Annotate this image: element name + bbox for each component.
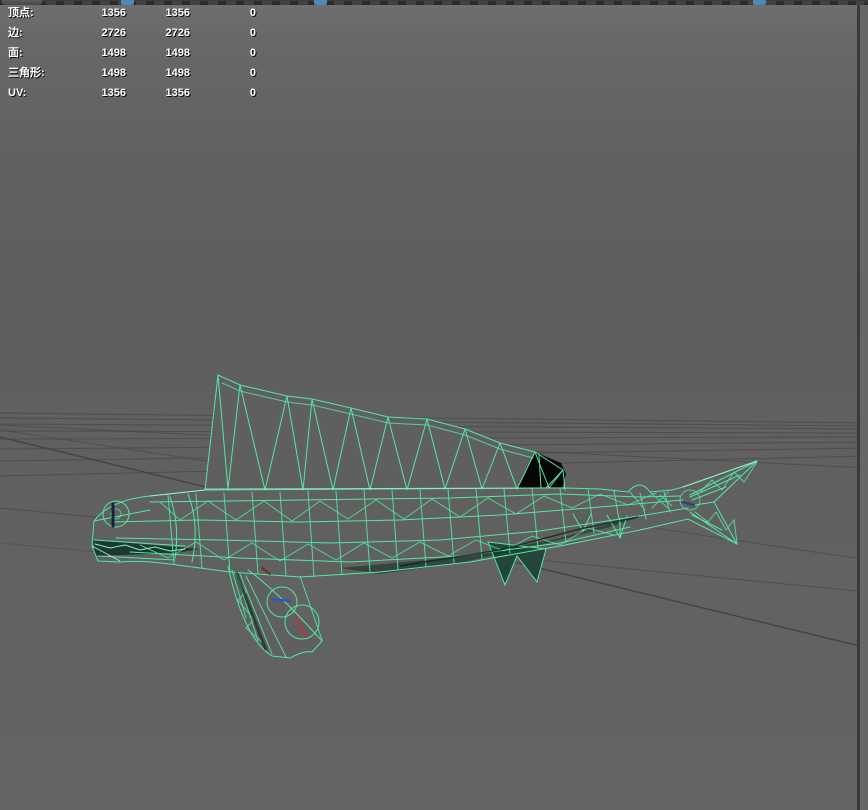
uvs-shown: 1356 <box>165 87 190 99</box>
triangles-selected: 0 <box>249 67 256 79</box>
uvs-total: 1356 <box>101 87 126 99</box>
faces-selected: 0 <box>249 47 256 59</box>
triangles-label: 三角形: <box>8 67 45 79</box>
vertices-selected: 0 <box>249 7 256 19</box>
hud-row-vertices: 顶点: 1356 1356 0 <box>8 3 256 23</box>
edges-total: 2726 <box>101 27 126 39</box>
viewport[interactable]: 顶点: 1356 1356 0 边: 2726 2726 0 面: 1498 1… <box>0 0 868 810</box>
hud-row-triangles: 三角形: 1498 1498 0 <box>8 63 256 83</box>
viewport-right-border <box>857 5 860 810</box>
edges-shown: 2726 <box>165 27 190 39</box>
faces-label: 面: <box>8 47 23 59</box>
vertices-label: 顶点: <box>8 7 34 19</box>
poly-count-hud: 顶点: 1356 1356 0 边: 2726 2726 0 面: 1498 1… <box>8 3 256 103</box>
vertices-shown: 1356 <box>165 7 190 19</box>
faces-total: 1498 <box>101 47 126 59</box>
hud-row-uvs: UV: 1356 1356 0 <box>8 83 256 103</box>
right-edge-strip <box>860 5 868 810</box>
edges-label: 边: <box>8 27 23 39</box>
vertices-total: 1356 <box>101 7 126 19</box>
hud-row-faces: 面: 1498 1498 0 <box>8 43 256 63</box>
faces-shown: 1498 <box>165 47 190 59</box>
uvs-label: UV: <box>8 87 27 99</box>
edges-selected: 0 <box>249 27 256 39</box>
triangles-total: 1498 <box>101 67 126 79</box>
hud-row-edges: 边: 2726 2726 0 <box>8 23 256 43</box>
triangles-shown: 1498 <box>165 67 190 79</box>
uvs-selected: 0 <box>249 87 256 99</box>
scene-canvas[interactable] <box>0 0 868 810</box>
